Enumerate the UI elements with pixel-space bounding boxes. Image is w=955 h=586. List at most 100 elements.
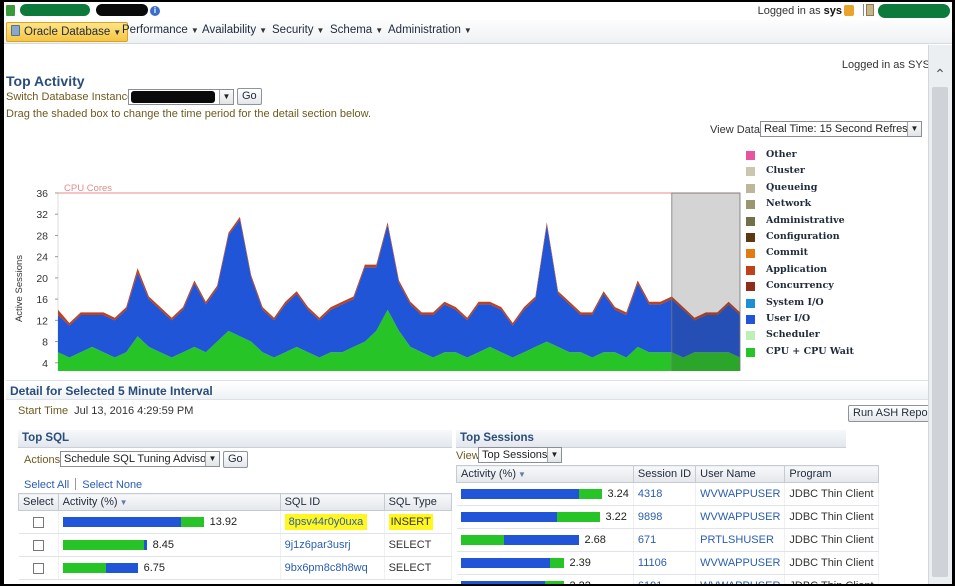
session-id-cell: 4318 [633,482,697,506]
select-cell [18,533,59,557]
user-io-segment [105,563,138,574]
program-value: JDBC Thin Client [789,580,873,584]
divider [863,4,864,16]
status-icon [6,5,15,16]
redacted-host [878,4,950,18]
chevron-down-icon: ▼ [316,26,325,35]
menu-schema[interactable]: Schema ▼ [330,24,383,36]
menu-administration[interactable]: Administration ▼ [388,24,472,36]
session-id-link[interactable]: 9898 [638,511,662,523]
user-name-link[interactable]: WVWAPPUSER [700,557,780,569]
program-cell: JDBC Thin Client [784,574,879,584]
sql-id-link[interactable]: 8psv44r0y0uxa [284,514,368,530]
page-title: Top Activity [6,73,85,89]
sql-type: SELECT [388,562,432,574]
y-tick-label: 36 [36,188,48,200]
user-name-link[interactable]: WVWAPPUSER [700,488,780,500]
legend-swatch [746,151,755,160]
sessions-view-select[interactable]: Top Sessions ▼ [478,447,562,463]
activity-value: 3.24 [607,488,629,501]
legend-swatch [746,249,755,259]
run-ash-report-button[interactable]: Run ASH Report [848,405,940,422]
menu-security[interactable]: Security ▼ [272,24,324,36]
sort-desc-icon: ▼ [518,470,526,479]
user-name-link[interactable]: WVWAPPUSER [700,511,780,523]
program-cell: JDBC Thin Client [784,528,879,552]
menu-oracle-database[interactable]: Oracle Database ▼ [6,22,129,42]
scroll-up-icon[interactable]: ⌃ [933,67,947,81]
table-row[interactable]: 13.92 8psv44r0y0uxa INSERT [18,510,453,534]
table-row[interactable]: 6.75 9bx6pm8c8h8wq SELECT [18,556,453,580]
activity-value: 13.92 [209,516,238,529]
program-value: JDBC Thin Client [789,534,874,546]
col-sql-id[interactable]: SQL ID [279,493,385,511]
col-activity[interactable]: Activity (%) ▼ [57,493,281,511]
select-none-link[interactable]: Select None [82,479,142,491]
table-row[interactable]: 2.39 11106 WVWAPPUSER JDBC Thin Client [456,551,879,575]
instance-select[interactable]: ▼ [128,89,234,105]
sql-id-link[interactable]: 9j1z6par3usrj [285,539,351,551]
legend-label: CPU + CPU Wait [766,345,854,357]
drag-help-text: Drag the shaded box to change the time p… [6,108,372,120]
activity-chart-svg[interactable]: CPU Cores 04812162024283236Active Sessio… [4,141,744,371]
cpu-segment [460,535,504,546]
table-row[interactable]: 8.45 9j1z6par3usrj SELECT [18,533,453,557]
user-name-link[interactable]: WVWAPPUSER [700,580,780,584]
sql-go-button[interactable]: Go [223,451,248,468]
table-row[interactable]: 2.68 671 PRTLSHUSER JDBC Thin Client [456,528,879,552]
info-icon[interactable]: i [150,6,160,16]
selection-box[interactable] [671,192,741,371]
program-cell: JDBC Thin Client [784,482,879,506]
sql-id-link[interactable]: 9bx6pm8c8h8wq [285,562,368,574]
col-session-id[interactable]: Session ID [632,465,697,483]
cpu-cores-label: CPU Cores [64,183,112,194]
switch-go-button[interactable]: Go [237,88,262,105]
top-activity-chart: CPU Cores 04812162024283236Active Sessio… [4,141,928,371]
col-user-name[interactable]: User Name [695,465,786,483]
legend-swatch [746,200,755,210]
redacted-hostname [20,4,90,16]
activity-bar [460,489,602,500]
user-io-segment [460,512,557,523]
menu-performance[interactable]: Performance ▼ [122,24,199,36]
session-id-link[interactable]: 4318 [638,488,662,500]
lock-icon[interactable] [844,5,854,16]
row-checkbox[interactable] [32,516,44,528]
sql-actions-select[interactable]: Schedule SQL Tuning Advisor ▼ [60,451,220,467]
col-sql-type[interactable]: SQL Type [383,493,453,511]
activity-bar [460,535,579,546]
divider [75,478,77,490]
legend-swatch [746,167,755,177]
scroll-thumb[interactable] [932,87,948,577]
legend-label: Commit [766,247,808,259]
col-activity[interactable]: Activity (%) ▼ [456,465,634,483]
legend-swatch [746,347,755,357]
session-id-link[interactable]: 11106 [638,557,667,569]
view-data-select[interactable]: Real Time: 15 Second Refresh ▼ [760,121,922,137]
y-tick-label: 4 [42,358,48,370]
document-icon[interactable] [866,4,874,16]
user-name-link[interactable]: PRTLSHUSER [700,534,774,546]
legend-label: System I/O [766,296,824,308]
activity-value: 2.22 [570,580,591,584]
legend-swatch [746,298,755,308]
col-program[interactable]: Program [784,465,879,483]
table-row[interactable]: 3.24 4318 WVWAPPUSER JDBC Thin Client [456,482,879,506]
activity-bar [62,540,147,551]
program-cell: JDBC Thin Client [784,551,879,575]
select-all-link[interactable]: Select All [24,479,69,491]
table-row[interactable]: 2.22 6191 WVWAPPUSER JDBC Thin Client [456,574,879,584]
actions-label: Actions [24,454,61,466]
session-id-link[interactable]: 6191 [638,580,662,584]
user-name-cell: PRTLSHUSER [695,528,786,552]
row-checkbox[interactable] [32,562,44,574]
session-id-link[interactable]: 671 [638,534,656,546]
session-id-cell: 6191 [633,574,697,584]
legend-swatch [746,331,755,341]
menu-availability[interactable]: Availability ▼ [202,24,267,36]
legend-label: Cluster [766,165,805,177]
row-checkbox[interactable] [32,539,44,551]
table-row[interactable]: 3.22 9898 WVWAPPUSER JDBC Thin Client [456,505,879,529]
vertical-scrollbar[interactable]: ⌃ [928,45,952,584]
main-menu-bar: Oracle Database ▼ Performance ▼ Availabili… [4,20,952,44]
